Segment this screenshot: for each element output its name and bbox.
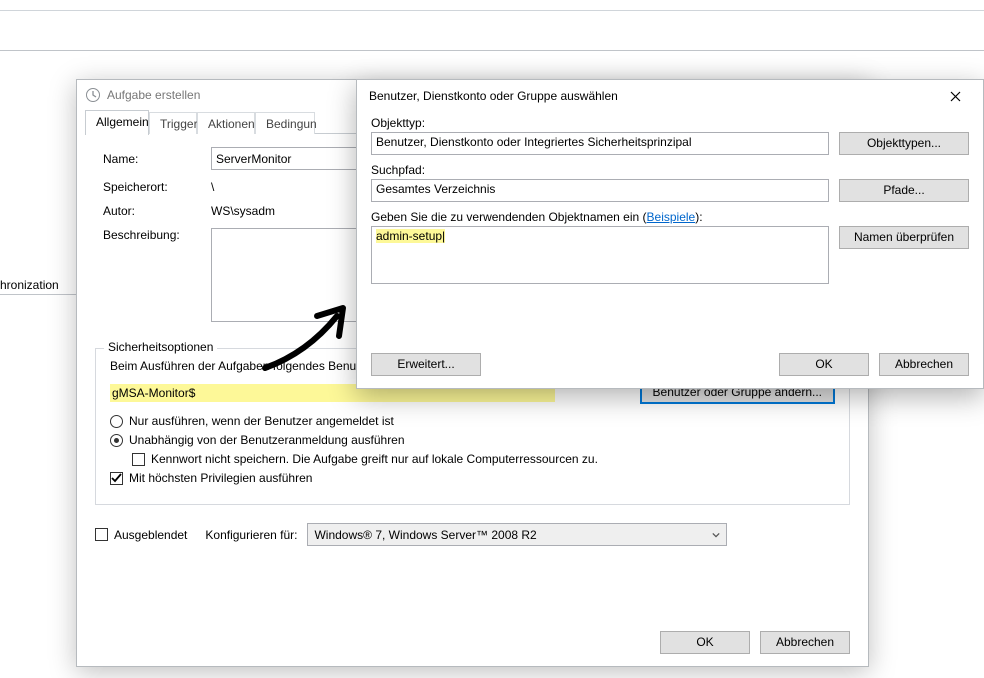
advanced-button[interactable]: Erweitert... <box>371 353 481 376</box>
tab-actions[interactable]: Aktionen <box>197 112 255 134</box>
security-legend: Sicherheitsoptionen <box>104 340 217 354</box>
ok-button[interactable]: OK <box>779 353 869 376</box>
radio-icon <box>110 434 123 447</box>
chevron-down-icon <box>712 531 720 539</box>
dialog-titlebar[interactable]: Benutzer, Dienstkonto oder Gruppe auswäh… <box>357 80 983 112</box>
checkbox-icon <box>132 453 145 466</box>
divider <box>0 10 984 11</box>
select-user-dialog: Benutzer, Dienstkonto oder Gruppe auswäh… <box>356 79 984 389</box>
object-type-label: Objekttyp: <box>371 116 969 130</box>
description-label: Beschreibung: <box>103 228 211 242</box>
paths-button[interactable]: Pfade... <box>839 179 969 202</box>
tab-triggers[interactable]: Trigger <box>149 112 197 134</box>
truncated-text: hronization <box>0 278 59 292</box>
option-label: Mit höchsten Privilegien ausführen <box>129 471 312 485</box>
option-run-only-logged-on[interactable]: Nur ausführen, wenn der Benutzer angemel… <box>110 414 835 428</box>
location-value: \ <box>211 180 214 194</box>
configure-for-combo[interactable]: Windows® 7, Windows Server™ 2008 R2 <box>307 523 727 546</box>
search-path-label: Suchpfad: <box>371 163 969 177</box>
author-label: Autor: <box>103 204 211 218</box>
option-label: Kennwort nicht speichern. Die Aufgabe gr… <box>151 452 598 466</box>
ok-button[interactable]: OK <box>660 631 750 654</box>
dialog-title: Aufgabe erstellen <box>107 88 200 102</box>
bottom-row: Ausgeblendet Konfigurieren für: Windows®… <box>77 515 868 546</box>
option-run-whether-logged-on[interactable]: Unabhängig von der Benutzeranmeldung aus… <box>110 433 835 447</box>
entered-name: admin-setup| <box>376 229 445 243</box>
cancel-button[interactable]: Abbrechen <box>879 353 969 376</box>
dialog-title: Benutzer, Dienstkonto oder Gruppe auswäh… <box>369 89 618 103</box>
option-label: Nur ausführen, wenn der Benutzer angemel… <box>129 414 394 428</box>
checkbox-icon <box>110 472 123 485</box>
location-label: Speicherort: <box>103 180 211 194</box>
object-names-input[interactable]: admin-setup| <box>371 226 829 284</box>
option-highest-privileges[interactable]: Mit höchsten Privilegien ausführen <box>110 471 835 485</box>
cancel-button[interactable]: Abbrechen <box>760 631 850 654</box>
close-button[interactable] <box>935 83 975 109</box>
option-label: Unabhängig von der Benutzeranmeldung aus… <box>129 433 405 447</box>
tab-general[interactable]: Allgemein <box>85 110 149 135</box>
check-names-button[interactable]: Namen überprüfen <box>839 226 969 249</box>
name-label: Name: <box>103 152 211 166</box>
object-types-button[interactable]: Objekttypen... <box>839 132 969 155</box>
close-icon <box>950 91 961 102</box>
author-value: WS\sysadm <box>211 204 275 218</box>
enter-names-label: Geben Sie die zu verwendenden Objektname… <box>371 210 969 224</box>
tab-conditions[interactable]: Bedingun <box>255 112 315 134</box>
combo-value: Windows® 7, Windows Server™ 2008 R2 <box>314 528 536 542</box>
option-do-not-store-password[interactable]: Kennwort nicht speichern. Die Aufgabe gr… <box>132 452 835 466</box>
examples-link[interactable]: Beispiele <box>647 210 696 224</box>
object-type-field: Benutzer, Dienstkonto oder Integriertes … <box>371 132 829 155</box>
clock-icon <box>85 87 101 103</box>
hidden-checkbox[interactable] <box>95 528 108 541</box>
radio-icon <box>110 415 123 428</box>
configure-for-label: Konfigurieren für: <box>205 528 297 542</box>
hidden-label: Ausgeblendet <box>114 528 187 542</box>
search-path-field: Gesamtes Verzeichnis <box>371 179 829 202</box>
